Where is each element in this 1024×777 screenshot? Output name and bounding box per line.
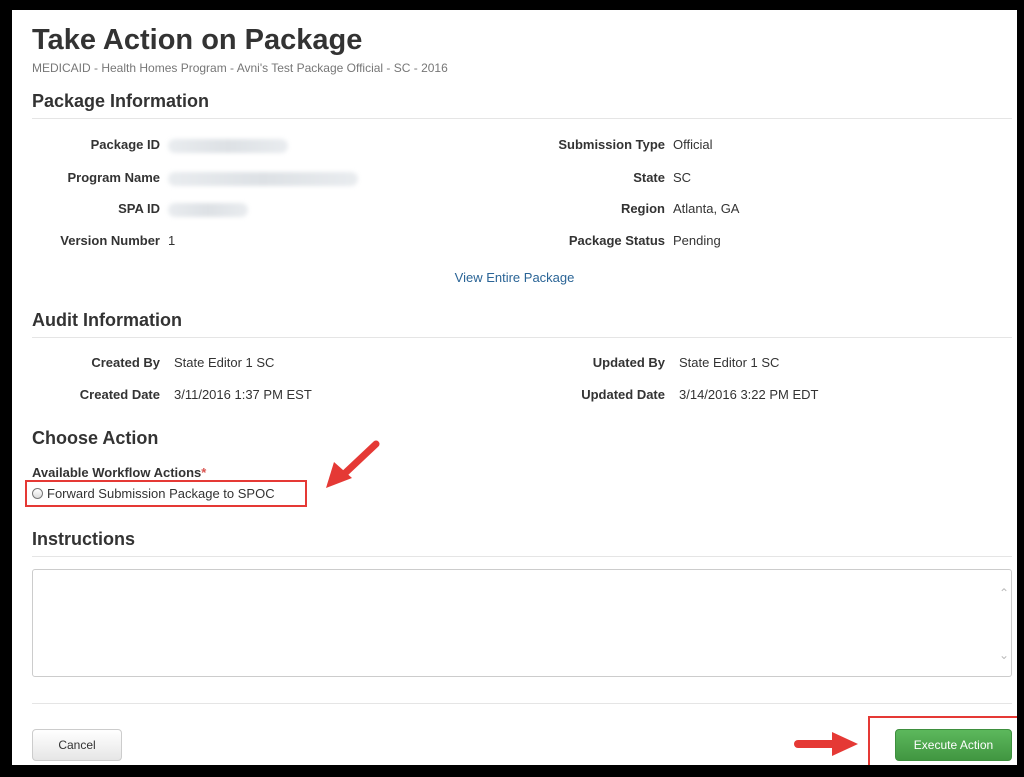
package-id-label: Package ID — [90, 137, 160, 152]
updated-date-value: 3/14/2016 3:22 PM EDT — [679, 387, 819, 402]
program-name-value — [168, 170, 358, 186]
package-information-heading: Package Information — [32, 91, 1012, 119]
annotation-arrow-right-icon — [794, 732, 858, 756]
updated-date-label: Updated Date — [581, 387, 665, 402]
audit-information-heading: Audit Information — [32, 310, 1012, 338]
region-label: Region — [620, 201, 665, 216]
state-value: SC — [673, 170, 692, 185]
version-number-label: Version Number — [60, 233, 160, 248]
package-id-value — [168, 137, 288, 153]
program-name-label: Program Name — [67, 170, 160, 185]
created-date-label: Created Date — [79, 387, 160, 402]
submission-type-value: Official — [673, 137, 713, 152]
region-value: Atlanta, GA — [673, 201, 740, 216]
submission-type-label: Submission Type — [558, 137, 665, 152]
annotation-arrow-icon — [326, 440, 380, 488]
scroll-up-icon[interactable]: ⌃ — [999, 586, 1009, 600]
spa-id-label: SPA ID — [118, 201, 160, 216]
workflow-actions-label-text: Available Workflow Actions — [32, 465, 202, 480]
page-title: Take Action on Package — [32, 24, 363, 56]
instructions-textarea[interactable] — [32, 569, 1012, 677]
package-status-value: Pending — [673, 233, 721, 248]
updated-by-value: State Editor 1 SC — [679, 355, 780, 370]
choose-action-heading: Choose Action — [32, 428, 159, 448]
spa-id-value — [168, 201, 248, 217]
state-label: State — [633, 170, 665, 185]
cancel-button[interactable]: Cancel — [32, 729, 122, 761]
scroll-down-icon[interactable]: ⌄ — [999, 648, 1009, 662]
execute-action-button[interactable]: Execute Action — [895, 729, 1012, 761]
take-action-page: Take Action on Package MEDICAID - Health… — [12, 10, 1017, 765]
instructions-heading: Instructions — [32, 529, 1012, 557]
package-status-label: Package Status — [568, 233, 665, 248]
package-subtitle: MEDICAID - Health Homes Program - Avni's… — [32, 61, 448, 75]
created-date-value: 3/11/2016 1:37 PM EST — [174, 387, 312, 402]
workflow-actions-label: Available Workflow Actions* — [32, 465, 206, 480]
footer-divider — [32, 703, 1012, 704]
version-number-value: 1 — [168, 233, 176, 248]
view-entire-package-link[interactable]: View Entire Package — [12, 270, 1017, 285]
created-by-label: Created By — [91, 355, 160, 370]
created-by-value: State Editor 1 SC — [174, 355, 275, 370]
option-highlight-box — [25, 480, 307, 507]
updated-by-label: Updated By — [592, 355, 665, 370]
required-marker: * — [201, 465, 207, 480]
